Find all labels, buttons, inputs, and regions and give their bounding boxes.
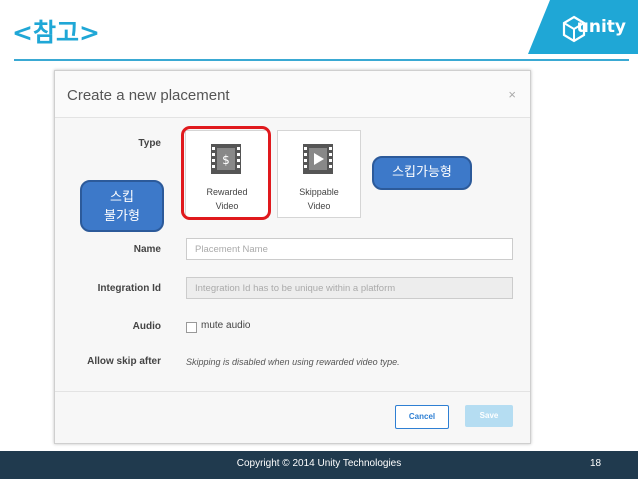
save-button[interactable]: Save (465, 405, 513, 427)
type-option-skippable-video[interactable]: Skippable Video (277, 130, 361, 218)
dialog-header: Create a new placement × (55, 71, 530, 118)
cancel-button[interactable]: Cancel (395, 405, 449, 429)
allow-skip-label: Allow skip after (87, 356, 161, 367)
callout-skippable: 스킵가능형 (372, 156, 472, 190)
copyright-text: Copyright © 2014 Unity Technologies (236, 458, 402, 469)
audio-label: Audio (132, 321, 161, 332)
integration-id-input[interactable]: Integration Id has to be unique within a… (186, 277, 513, 299)
caption-line: Skippable (299, 187, 339, 197)
callout-non-skippable: 스킵 불가형 (80, 180, 164, 232)
title-divider (14, 59, 629, 61)
callout-line: 불가형 (104, 209, 140, 224)
play-film-icon (303, 144, 333, 174)
mute-audio-checkbox[interactable] (186, 322, 197, 333)
caption-line: Video (307, 201, 331, 211)
placement-name-input[interactable]: Placement Name (186, 238, 513, 260)
dialog-footer (55, 391, 530, 444)
page-number: 18 (590, 458, 602, 469)
integration-id-label: Integration Id (97, 283, 161, 294)
dialog-title: Create a new placement (67, 87, 230, 104)
placement-dialog: Create a new placement × Type $ Rewarded… (54, 70, 531, 444)
mute-audio-label[interactable]: mute audio (201, 320, 250, 331)
selection-highlight (181, 126, 271, 220)
close-icon[interactable]: × (508, 87, 516, 102)
brand-name: unity (576, 17, 626, 37)
callout-line: 스킵 (110, 190, 134, 205)
slide-title: <참고> (12, 18, 100, 47)
name-label: Name (133, 244, 161, 255)
type-label: Type (138, 138, 161, 149)
skip-disabled-note: Skipping is disabled when using rewarded… (186, 357, 400, 367)
type-option-caption: Skippable Video (278, 185, 360, 213)
